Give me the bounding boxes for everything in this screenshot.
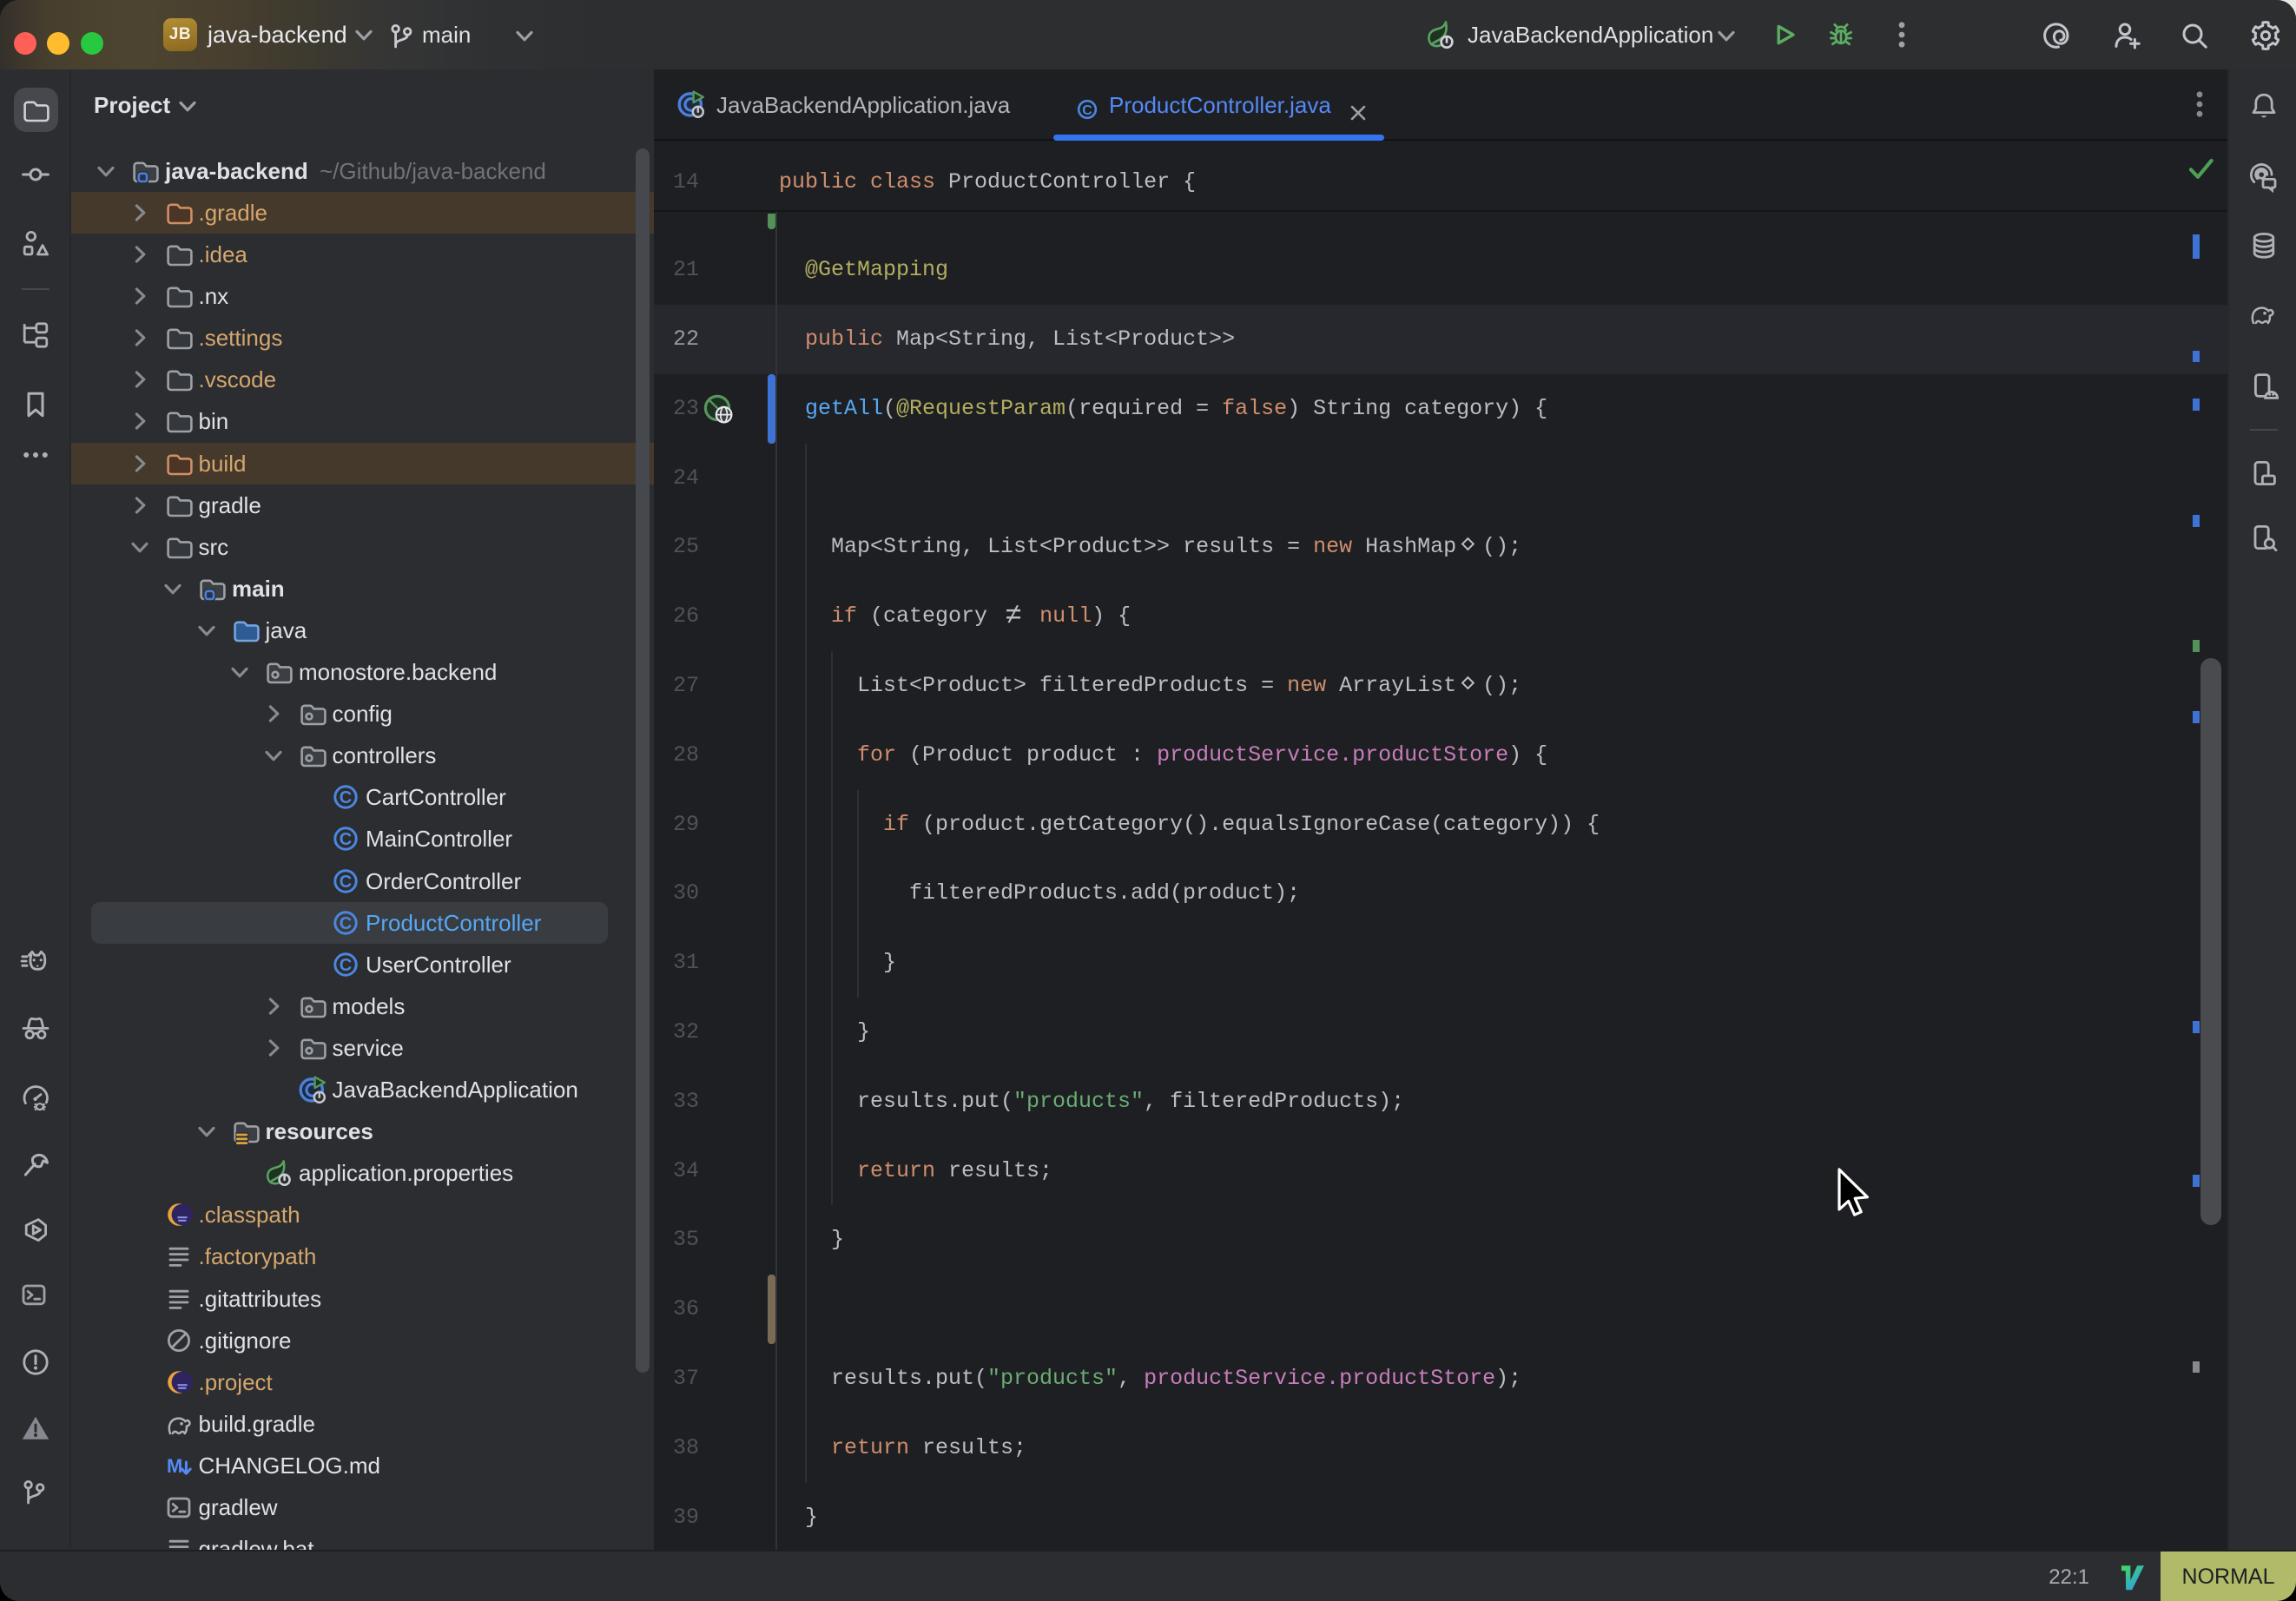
- svg-text:C: C: [1082, 103, 1092, 118]
- svg-text:C: C: [340, 788, 352, 807]
- svg-text:C: C: [340, 831, 352, 850]
- svg-text:C: C: [340, 956, 352, 975]
- svg-text:M: M: [167, 1455, 182, 1477]
- svg-text:C: C: [340, 914, 352, 933]
- svg-text:C: C: [340, 873, 352, 892]
